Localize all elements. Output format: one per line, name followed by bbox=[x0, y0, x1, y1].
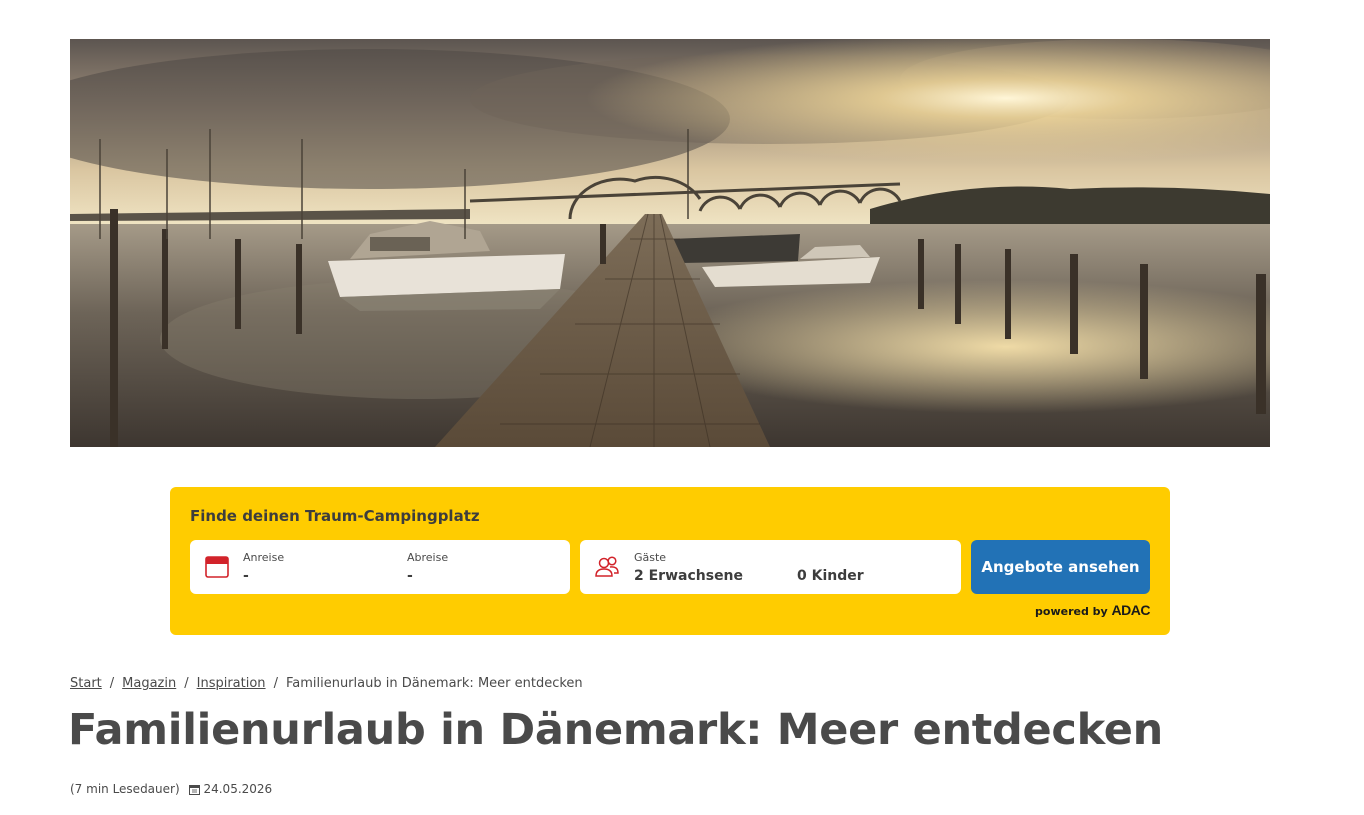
powered-by: powered by ADAC bbox=[1035, 602, 1150, 618]
article-meta: (7 min Lesedauer) 24.05.2026 bbox=[70, 782, 272, 796]
guests-field[interactable]: Gäste 2 Erwachsene 0 Kinder bbox=[580, 540, 961, 594]
breadcrumb: Start / Magazin / Inspiration / Familienurlaub… bbox=[70, 676, 583, 691]
breadcrumb-separator: / bbox=[273, 676, 278, 691]
children-value[interactable]: 0 Kinder bbox=[797, 568, 864, 584]
departure-value[interactable]: - bbox=[407, 568, 413, 584]
breadcrumb-inspiration-link[interactable]: Inspiration bbox=[197, 676, 266, 691]
search-title: Finde deinen Traum-Campingplatz bbox=[190, 507, 480, 525]
breadcrumb-current: Familienurlaub in Dänemark: Meer entdeck… bbox=[285, 676, 583, 691]
show-offers-button[interactable]: Angebote ansehen bbox=[971, 540, 1150, 594]
adac-logo: ADAC bbox=[1111, 602, 1151, 618]
departure-label: Abreise bbox=[407, 551, 449, 564]
date-range-field[interactable]: Anreise - Abreise - bbox=[190, 540, 570, 594]
reading-time: (7 min Lesedauer) bbox=[70, 782, 180, 796]
hero-image bbox=[70, 39, 1270, 447]
arrival-value[interactable]: - bbox=[243, 568, 249, 584]
powered-by-label: powered by bbox=[1035, 605, 1108, 618]
publish-date: 24.05.2026 bbox=[203, 782, 273, 796]
calendar-icon bbox=[205, 556, 229, 578]
breadcrumb-magazin-link[interactable]: Magazin bbox=[122, 676, 176, 691]
adults-value[interactable]: 2 Erwachsene bbox=[634, 568, 743, 584]
breadcrumb-separator: / bbox=[184, 676, 189, 691]
arrival-label: Anreise bbox=[243, 551, 285, 564]
breadcrumb-start-link[interactable]: Start bbox=[70, 676, 102, 691]
calendar-icon bbox=[189, 785, 201, 795]
hero-harbor-illustration bbox=[70, 39, 1270, 447]
campsite-search-widget: Finde deinen Traum-Campingplatz Anreise … bbox=[170, 487, 1170, 635]
page-title: Familienurlaub in Dänemark: Meer entdeck… bbox=[68, 705, 1163, 755]
breadcrumb-separator: / bbox=[109, 676, 115, 691]
guests-label: Gäste bbox=[634, 551, 667, 564]
users-icon bbox=[595, 556, 619, 577]
